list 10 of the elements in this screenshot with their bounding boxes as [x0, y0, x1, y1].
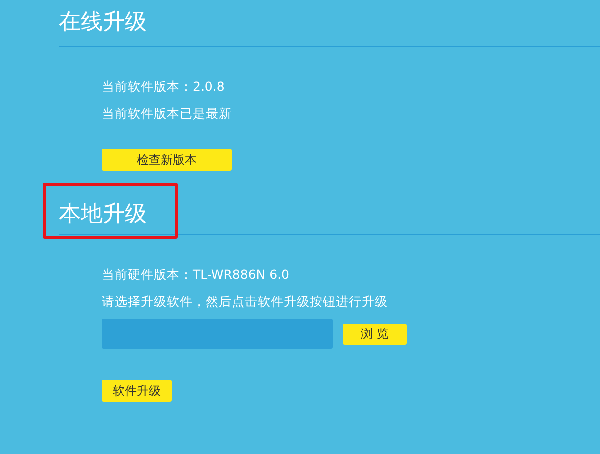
upgrade-button[interactable]: 软件升级: [102, 380, 172, 402]
section-title: 在线升级: [59, 9, 147, 37]
info-text: 当前软件版本：2.0.8: [102, 79, 225, 95]
file-field[interactable]: [102, 319, 333, 349]
check-button[interactable]: 检查新版本: [102, 149, 232, 171]
browse-button[interactable]: 浏 览: [343, 324, 407, 344]
section-title: 本地升级: [59, 201, 147, 229]
info-text: 当前硬件版本：TL-WR886N 6.0: [102, 267, 290, 283]
info-text: 请选择升级软件，然后点击软件升级按钮进行升级: [102, 294, 388, 310]
info-text: 当前软件版本已是最新: [102, 106, 232, 122]
